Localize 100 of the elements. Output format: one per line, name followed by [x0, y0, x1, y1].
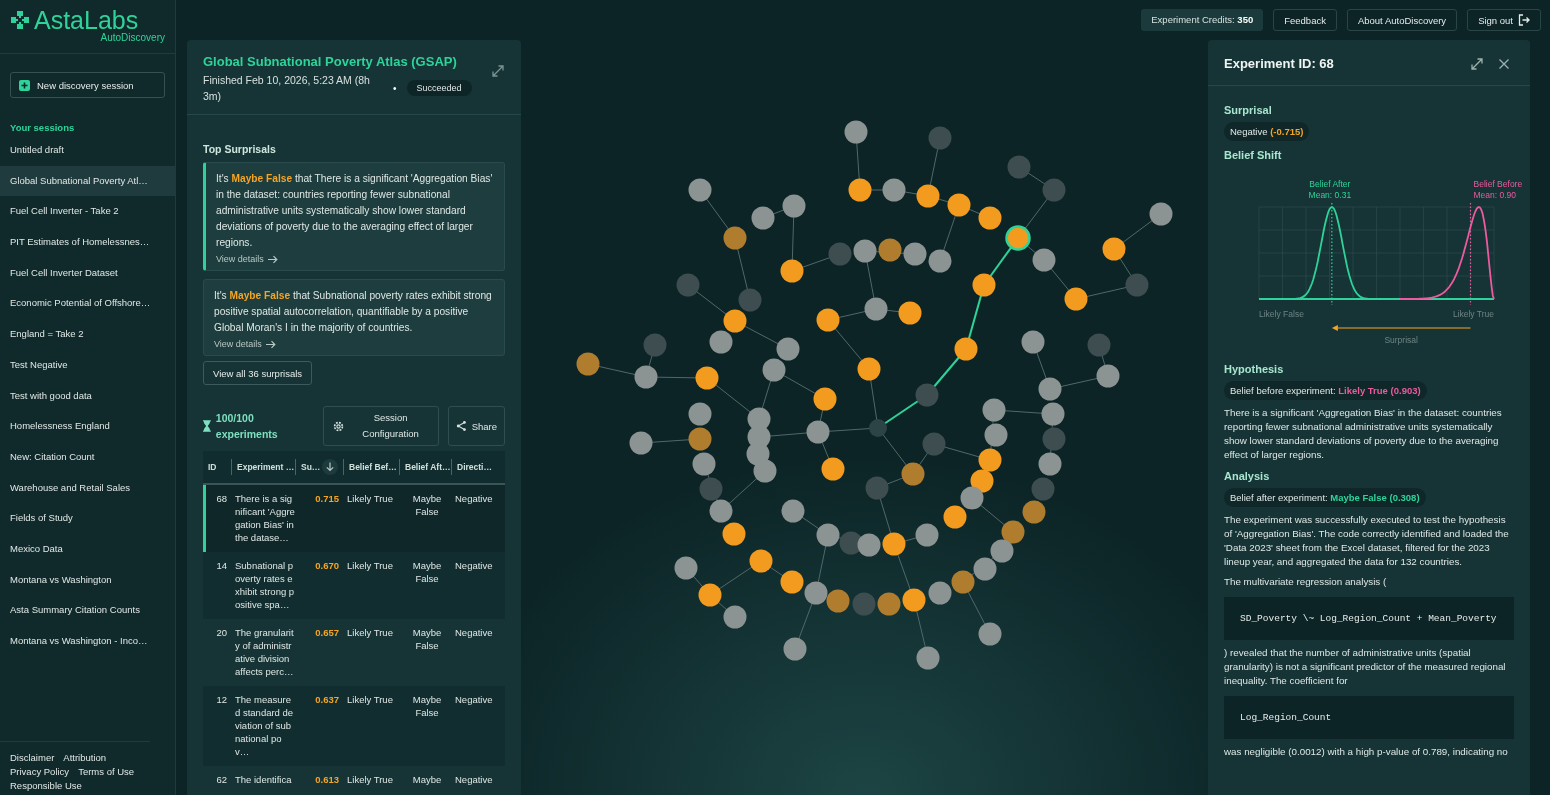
column-header[interactable]: Belief Aft…: [405, 462, 451, 472]
table-cell-text: Likely True: [346, 693, 394, 707]
table-cell-text: Likely True: [346, 559, 394, 573]
footer-link[interactable]: Responsible Use: [10, 780, 82, 791]
table-cell-text: The granularity of administrative division affects perc…: [234, 626, 295, 678]
table-cell-text: Likely True: [346, 626, 394, 640]
finished-time: Finished Feb 10, 2026, 5:23 AM (8h 3m): [203, 73, 371, 104]
table-cell-text: Maybe False: [411, 492, 443, 519]
session-item[interactable]: Montana vs Washington: [0, 564, 175, 596]
column-header[interactable]: Belief Bef…: [349, 462, 397, 472]
table-cell-text: 0.715: [314, 492, 340, 506]
footer-link[interactable]: Attribution: [63, 752, 107, 763]
table-cell-text: 68: [215, 492, 228, 506]
paragraph: ) revealed that the number of administrative units (spatial granularity) is not a significant predictor of the measured regional inequality. The coefficient for: [1224, 646, 1507, 688]
table-row[interactable]: 14 Subnational poverty rates exhibit strong positive spa… 0.670 Likely True Maybe False Negative: [203, 552, 505, 619]
status-badge: Succeeded: [406, 80, 472, 96]
table-cell-text: 0.657: [314, 626, 340, 640]
axis-label: Likely True: [1452, 309, 1494, 319]
table-cell-text: Likely True: [346, 492, 394, 506]
section-heading: Top Surprisals: [203, 143, 277, 155]
table-row[interactable]: 68 There is a significant 'Aggregation Bias' in the datase… 0.715 Likely True Maybe False Negative: [203, 485, 505, 552]
view-details-link[interactable]: View details: [214, 339, 276, 349]
top-bar-button[interactable]: Feedback: [1273, 9, 1337, 31]
table-cell-text: 0.670: [314, 559, 340, 573]
session-item[interactable]: Test with good data: [0, 380, 175, 412]
top-bar-button[interactable]: About AutoDiscovery: [1346, 9, 1458, 31]
session-item[interactable]: Homelessness England: [0, 411, 175, 442]
session-item[interactable]: Global Subnational Poverty Atl…: [0, 165, 175, 197]
table-cell-text: 14: [215, 559, 228, 573]
table-cell-text: Maybe False: [411, 626, 443, 653]
sessions-heading: Your sessions: [10, 122, 76, 133]
axis-label: Surprisal: [1384, 335, 1418, 345]
session-item[interactable]: Montana vs Washington - Inco…: [0, 626, 175, 657]
sign-out-button[interactable]: Sign out: [1467, 9, 1541, 31]
view-all-button[interactable]: View all 36 surprisals: [203, 361, 313, 385]
section-heading: Hypothesis: [1224, 363, 1284, 375]
belief-badge: Negative (-0.715): [1224, 122, 1310, 141]
table-row[interactable]: 12 The measured standard deviation of subnational pov… 0.637 Likely True Maybe False Negative: [203, 686, 505, 766]
session-item[interactable]: Fuel Cell Inverter - Take 2: [0, 196, 175, 228]
column-header[interactable]: Experiment …: [237, 462, 295, 472]
separator-dot: •: [393, 82, 397, 94]
paragraph: was negligible (0.0012) with a high p-value of 0.789, indicating no: [1224, 745, 1508, 759]
column-header[interactable]: ID: [208, 462, 217, 472]
belief-badge: Belief after experiment: Maybe False (0.308): [1224, 488, 1426, 507]
chart-label: Mean: 0.90: [1473, 190, 1517, 200]
code-block: Log_Region_Count: [1224, 696, 1514, 739]
experiment-count: 100/100 experiments: [215, 411, 279, 442]
surprisal-text: It's Maybe False that Subnational poverty rates exhibit strong positive spatial autocorrelation, quantifiable by a positive Global Moran's I in the majority of countries.: [214, 289, 493, 335]
table-cell-text: Negative: [454, 492, 494, 506]
section-heading: Surprisal: [1224, 104, 1272, 116]
table-cell-text: The measured standard deviation of subnational pov…: [234, 693, 295, 758]
table-cell-text: Subnational poverty rates exhibit strong positive spa…: [234, 559, 295, 611]
credits-badge: Experiment Credits: 350: [1141, 9, 1264, 31]
session-item[interactable]: PIT Estimates of Homelessnes…: [0, 227, 175, 258]
session-item[interactable]: Fuel Cell Inverter Dataset: [0, 257, 175, 289]
table-cell-text: Negative: [454, 559, 494, 573]
table-cell-text: 0.637: [314, 693, 340, 707]
table-cell-text: Maybe False: [411, 559, 443, 586]
section-heading: Belief Shift: [1224, 149, 1282, 161]
session-item[interactable]: Test Negative: [0, 349, 175, 381]
session-item[interactable]: Asta Summary Citation Counts: [0, 595, 175, 626]
surprisal-card[interactable]: It's Maybe False that Subnational poverty rates exhibit strong positive spatial autocorrelation, quantifiable by a positive Global Moran's I in the majority of countries. View details: [203, 279, 505, 356]
table-cell-text: Negative: [454, 626, 494, 640]
table-cell-text: Negative: [454, 773, 494, 786]
code-block: SD_Poverty \~ Log_Region_Count + Mean_Poverty: [1224, 597, 1514, 640]
section-heading: Analysis: [1224, 470, 1270, 482]
session-item[interactable]: Untitled draft: [0, 135, 175, 166]
paragraph: There is a significant 'Aggregation Bias' in the dataset: countries reporting fewer subnational administrative units systematically show lower standard deviations of poverty due to the averaging effect of larger regions.: [1224, 406, 1503, 462]
session-item[interactable]: Warehouse and Retail Sales: [0, 472, 175, 504]
surprisal-text: It's Maybe False that There is a significant 'Aggregation Bias' in the dataset: countries reporting fewer subnational administrative units systematically show lower standard deviations of poverty due to the averaging effect of larger regions.: [216, 172, 494, 250]
table-cell-text: There is a significant 'Aggregation Bias' in the datase…: [234, 492, 295, 544]
belief-badge: Belief before experiment: Likely True (0.903): [1224, 381, 1427, 400]
footer-link[interactable]: Privacy Policy: [10, 766, 70, 777]
table-cell-text: 12: [215, 693, 228, 707]
paragraph: The experiment was successfully executed to test the hypothesis of 'Aggregation Bias'. The code correctly identified and loaded the 'Data 2023' sheet from the Excel dataset, filtered for the 2023 lineup year, and aggregated the data for 132 countries.: [1224, 513, 1510, 569]
table-cell-text: Likely True: [346, 773, 394, 786]
paragraph: The multivariate regression analysis (: [1224, 575, 1387, 589]
session-item[interactable]: New: Citation Count: [0, 441, 175, 473]
table-cell-text: 0.613: [314, 773, 340, 786]
column-header[interactable]: Su…: [301, 462, 321, 472]
table-cell-text: The identifica: [234, 773, 293, 786]
view-details-link[interactable]: View details: [216, 254, 278, 264]
table-cell-text: Maybe: [411, 773, 443, 786]
chart-label: Belief After: [1309, 179, 1351, 189]
session-item[interactable]: Economic Potential of Offshore…: [0, 288, 175, 320]
chart-label: Belief Before: [1473, 179, 1523, 189]
session-item[interactable]: England = Take 2: [0, 319, 175, 350]
footer-link[interactable]: Disclaimer: [10, 752, 55, 763]
session-item[interactable]: Fields of Study: [0, 503, 175, 534]
session-title: Global Subnational Poverty Atlas (GSAP): [203, 54, 458, 69]
logo-text: AstaLabs: [34, 6, 139, 34]
footer-link[interactable]: Terms of Use: [78, 766, 135, 777]
experiment-title: Experiment ID: 68: [1224, 56, 1335, 71]
session-item[interactable]: Mexico Data: [0, 533, 175, 565]
table-cell-text: Maybe False: [411, 693, 443, 720]
column-header[interactable]: Directi…: [457, 462, 492, 472]
table-cell-text: 20: [215, 626, 228, 640]
session-configuration-button[interactable]: Session Configuration: [323, 406, 439, 446]
share-button[interactable]: Share: [448, 406, 505, 446]
new-session-button[interactable]: New discovery session: [10, 72, 165, 98]
